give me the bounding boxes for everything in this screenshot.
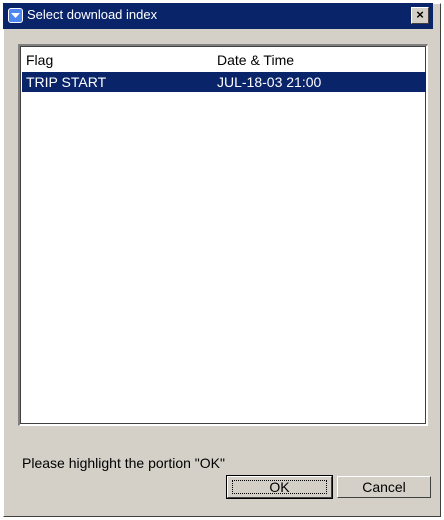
- cancel-button[interactable]: Cancel: [337, 476, 431, 498]
- row-flag: TRIP START: [26, 74, 107, 90]
- list-row[interactable]: TRIP START JUL-18-03 21:00: [22, 72, 426, 92]
- index-list[interactable]: Flag Date & Time TRIP START JUL-18-03 21…: [18, 44, 428, 426]
- row-date-time: JUL-18-03 21:00: [217, 74, 322, 90]
- ok-button[interactable]: OK: [226, 475, 333, 499]
- title-bar[interactable]: Select download index ×: [3, 3, 433, 29]
- cancel-label: Cancel: [362, 479, 406, 495]
- close-button[interactable]: ×: [411, 7, 429, 24]
- column-header-flag[interactable]: Flag: [26, 52, 53, 68]
- list-header: Flag Date & Time: [22, 50, 426, 70]
- hint-text: Please highlight the portion "OK": [22, 455, 225, 471]
- focus-rect: [232, 480, 327, 494]
- dialog-title: Select download index: [27, 7, 158, 22]
- column-header-date-time[interactable]: Date & Time: [217, 52, 294, 68]
- app-window-icon[interactable]: [8, 8, 23, 23]
